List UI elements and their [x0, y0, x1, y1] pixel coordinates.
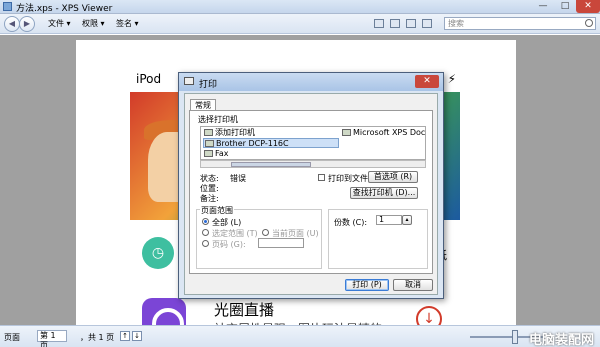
xps-app-icon [3, 2, 12, 11]
fax-icon [204, 150, 213, 157]
preferences-button[interactable]: 首选项 (R) [368, 171, 418, 183]
copies-input[interactable]: 1 [376, 215, 402, 225]
minimize-button[interactable]: — [532, 0, 554, 13]
copies-label: 份数 (C): [334, 218, 368, 227]
printer-list[interactable]: 添加打印机 Brother DCP-116C Fax Microsoft XPS… [200, 126, 426, 160]
status-value: 错误 [230, 174, 246, 183]
fit-page-icon[interactable] [406, 19, 416, 28]
print-dialog-close-button[interactable]: ✕ [415, 75, 439, 88]
range-all-label: 全部 (L) [212, 218, 242, 227]
print-dialog-body: 常规 选择打印机 添加打印机 Brother DCP-116C Fax Micr… [184, 93, 438, 295]
page-down-icon[interactable]: ↓ [132, 331, 142, 341]
search-placeholder: 搜索 [448, 19, 464, 28]
select-printer-label: 选择打印机 [198, 115, 238, 124]
print-dialog-title: 打印 [199, 80, 218, 90]
printer-item-label: Microsoft XPS Docume [353, 128, 425, 137]
menu-signatures[interactable]: 签名 ▾ [116, 18, 139, 29]
add-printer-icon [204, 129, 213, 136]
range-selection-label: 选定范围 (T) [212, 229, 258, 238]
range-pages-label: 页码 (G): [212, 240, 246, 249]
cancel-button[interactable]: 取消 [393, 279, 433, 291]
window-titlebar: 方法.xps - XPS Viewer — □ ✕ [0, 0, 600, 14]
page-label: 页面 [4, 333, 20, 342]
zoom-icon[interactable] [422, 19, 432, 28]
menu-file[interactable]: 文件 ▾ [48, 18, 71, 29]
copies-value: 1 [379, 215, 385, 224]
copies-stepper[interactable]: ▴ [402, 215, 412, 225]
search-input[interactable]: 搜索 [444, 17, 596, 30]
printer-icon [184, 77, 194, 85]
scrollbar-thumb[interactable] [231, 162, 311, 167]
menu-permissions[interactable]: 权限 ▾ [82, 18, 105, 29]
xps-printer-icon [342, 129, 351, 136]
close-button[interactable]: ✕ [576, 0, 600, 13]
printer-item-add[interactable]: 添加打印机 [203, 128, 313, 138]
forward-button[interactable]: ▶ [19, 16, 35, 32]
page-range-label: 页面范围 [200, 205, 234, 216]
site-watermark: 电脑装配网 [528, 333, 594, 347]
range-selection-radio[interactable] [202, 229, 209, 236]
search-icon[interactable] [585, 19, 593, 27]
range-pages-radio[interactable] [202, 240, 209, 247]
printer-item-label: 添加打印机 [215, 128, 255, 137]
total-pages: ，共 1 页 [80, 333, 115, 342]
maximize-button[interactable]: □ [554, 0, 576, 13]
printer-device-icon [205, 140, 214, 147]
comment-label: 备注: [200, 194, 219, 203]
print-dialog-titlebar: 打印 ✕ [179, 73, 443, 91]
printer-item-label: Fax [215, 149, 229, 158]
ipod-label: iPod [136, 72, 162, 86]
page-range-input[interactable] [258, 238, 304, 248]
app-title: 光圈直播 [214, 301, 275, 319]
print-dialog: 打印 ✕ 常规 选择打印机 添加打印机 Brother DCP-116C Fax [178, 72, 444, 299]
range-all-radio[interactable] [202, 218, 209, 225]
zoom-slider-thumb[interactable] [512, 330, 518, 344]
page-number-input[interactable]: 第 1 页 [37, 330, 67, 347]
page-up-icon[interactable]: ↑ [120, 331, 130, 341]
status-bar: 页面 第 1 页 ，共 1 页 ↑ ↓ 电脑装配网 [0, 325, 600, 347]
print-icon[interactable] [390, 19, 400, 28]
app-round-icon: ◷ [142, 237, 174, 269]
find-printer-button[interactable]: 查找打印机 (D)... [350, 187, 418, 199]
range-current-radio[interactable] [262, 229, 269, 236]
printer-item-fax[interactable]: Fax [203, 149, 313, 159]
back-button[interactable]: ◀ [4, 16, 20, 32]
print-to-file-checkbox[interactable] [318, 174, 325, 181]
printer-item-xps[interactable]: Microsoft XPS Docume [341, 128, 425, 138]
printer-list-scrollbar[interactable] [200, 160, 426, 168]
print-button[interactable]: 打印 (P) [345, 279, 389, 291]
printer-item-label: Brother DCP-116C [216, 139, 289, 148]
general-tab-panel: 选择打印机 添加打印机 Brother DCP-116C Fax Microso… [189, 110, 433, 274]
window-title: 方法.xps - XPS Viewer [16, 4, 113, 14]
toolbar: ◀ ▶ 文件 ▾ 权限 ▾ 签名 ▾ 搜索 [0, 14, 600, 34]
lightning-icon: ⚡ [447, 72, 456, 86]
page-number-value: 第 1 页 [40, 331, 56, 347]
printer-item-brother[interactable]: Brother DCP-116C [203, 138, 339, 148]
document-icon[interactable] [374, 19, 384, 28]
